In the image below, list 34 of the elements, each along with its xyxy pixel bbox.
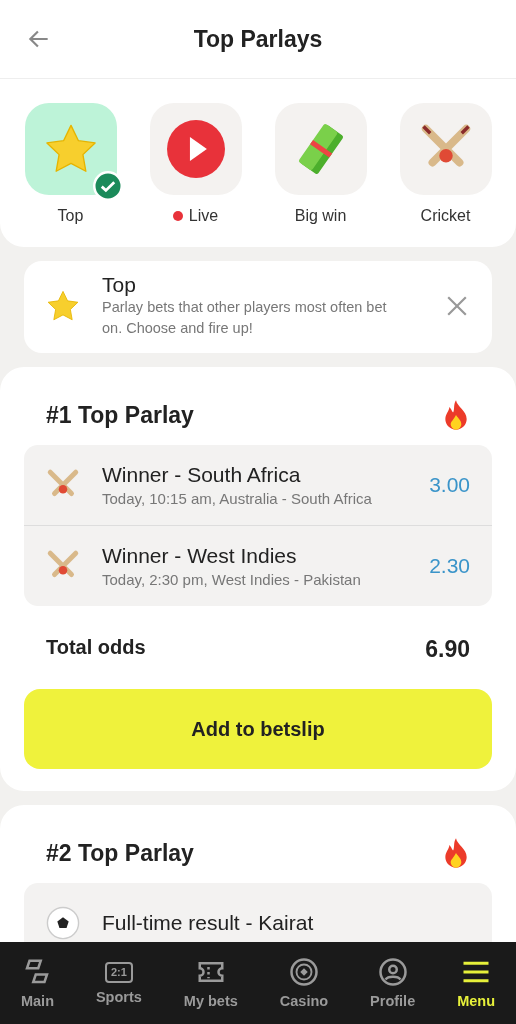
soccer-ball-icon — [46, 906, 80, 941]
category-label: Live — [188, 207, 219, 225]
category-label: Cricket — [420, 207, 471, 225]
info-title: Top — [102, 273, 137, 297]
category-label: Top — [57, 207, 84, 225]
bet-market: Full-time result - Kairat — [102, 911, 315, 936]
parlay-title: #2 Top Parlay — [46, 839, 194, 867]
star-icon — [46, 290, 80, 322]
bet-market: Winner - West Indies — [102, 544, 298, 569]
bet-market: Winner - South Africa — [102, 463, 302, 488]
checkmark-icon — [92, 171, 123, 201]
scoreboard-icon: 2:1 — [104, 961, 133, 983]
page-title: Top Parlays — [193, 25, 323, 53]
bet-odds: 3.00 — [429, 473, 470, 498]
add-to-betslip-button[interactable]: Add to betslip — [24, 689, 492, 770]
bet-row[interactable]: Winner - South Africa Today, 10:15 am, Australia - South Africa 3.00 — [24, 445, 492, 526]
casino-chip-icon — [288, 957, 319, 987]
nav-tab[interactable]: 2:1 Sports — [95, 961, 142, 1005]
bet-details: Today, 10:15 am, Australia - South Africa — [102, 490, 373, 508]
parlay-title: #1 Top Parlay — [46, 401, 194, 429]
close-icon[interactable] — [446, 295, 468, 317]
fire-icon — [442, 399, 470, 432]
play-icon — [166, 120, 225, 178]
info-description: Parlay bets that other players most often bet on. Choose and fire up! — [102, 298, 388, 338]
category-label: Big win — [294, 207, 347, 225]
live-dot-icon — [172, 211, 183, 221]
bet-row[interactable]: Winner - West Indies Today, 2:30 pm, West Indies - Pakistan 2.30 — [24, 525, 492, 607]
total-odds-label: Total odds — [46, 636, 146, 661]
bet-details: Today, 2:30 pm, West Indies - Pakistan — [102, 571, 362, 589]
profile-icon — [377, 957, 408, 987]
bet-odds: 2.30 — [429, 554, 470, 579]
star-icon — [43, 123, 98, 175]
fire-icon — [442, 837, 470, 870]
total-odds-value: 6.90 — [425, 636, 470, 664]
